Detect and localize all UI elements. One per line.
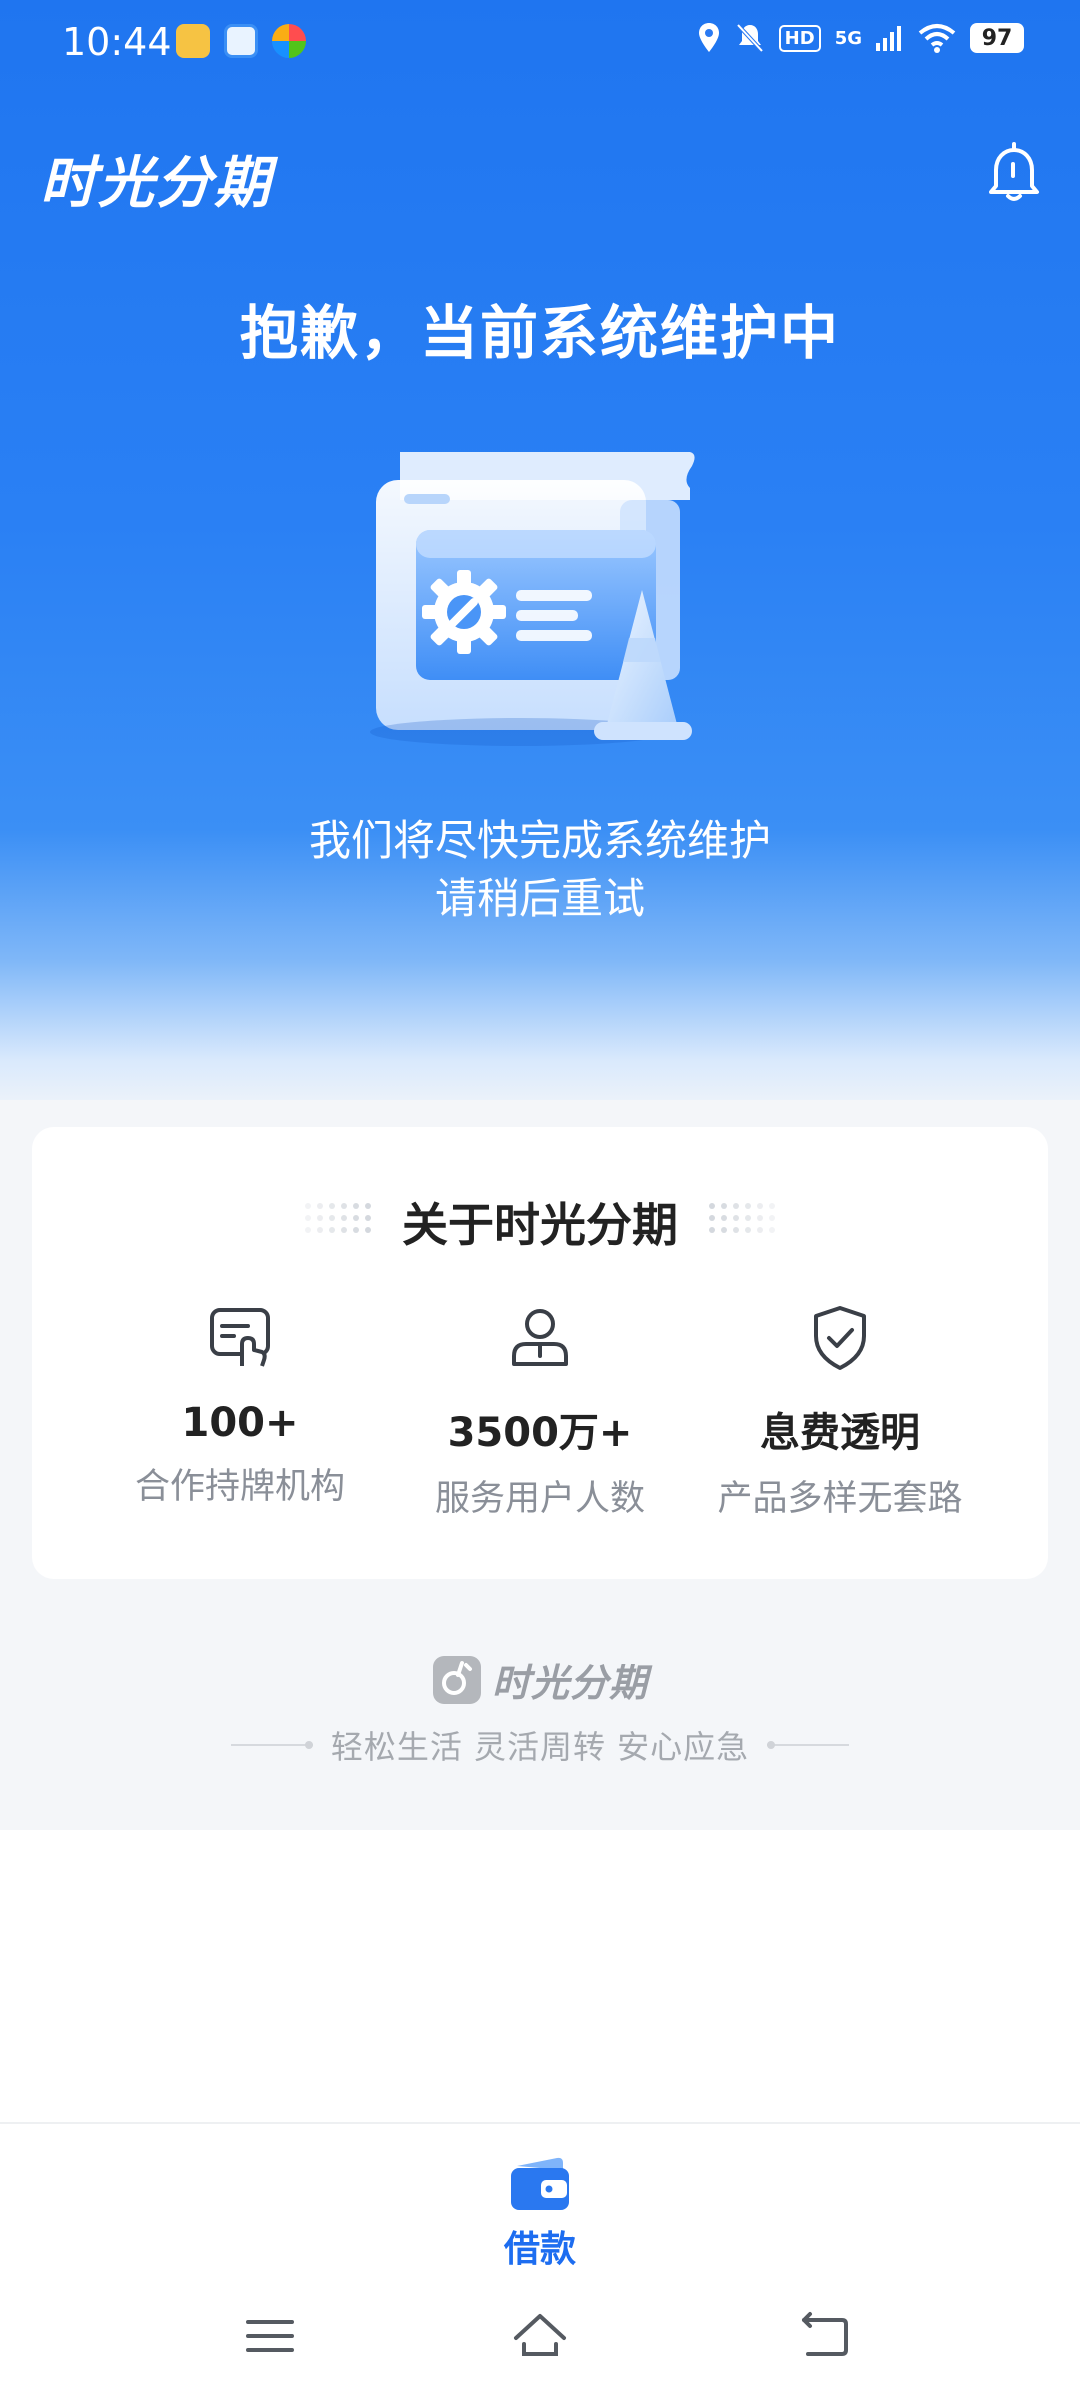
footer-brand-name: 时光分期 [491,1661,648,1705]
status-bar: 10:44 HD 5G 97 [0,0,1080,84]
slogan: 轻松生活 灵活周转 安心应急 [0,1722,1080,1768]
bell-icon[interactable] [984,140,1044,204]
home-icon[interactable] [512,2308,568,2364]
app-notification-icon [272,24,306,58]
network-type: 5G [834,27,862,49]
decorative-dots [709,1203,775,1233]
bottom-nav: 借款 [0,2122,1080,2282]
hd-badge: HD [778,24,821,52]
maintenance-message: 我们将尽快完成系统维护 请稍后重试 [0,812,1080,928]
tab-borrow-label: 借款 [503,2229,576,2270]
brand-logo-icon [432,1655,481,1704]
tab-borrow[interactable]: 借款 [480,2154,600,2272]
back-icon[interactable] [798,2308,854,2364]
footer-brand: 时光分期 [0,1652,1080,1707]
feature-users: 3500万+ 服务用户人数 [390,1302,690,1521]
slogan-divider [230,1741,313,1749]
feature-label: 服务用户人数 [434,1479,645,1519]
feature-value: 100+ [181,1400,299,1446]
maintenance-title: 抱歉，当前系统维护中 [239,299,840,367]
about-card: 关于时光分期 100+ 合作持牌机构 3500万+ 服务用户人数 息费透明 产品… [32,1127,1048,1579]
shield-check-icon [814,1306,866,1370]
status-notification-icons [176,24,306,58]
slogan-text: 轻松生活 灵活周转 安心应急 [330,1728,750,1766]
about-title: 关于时光分期 [402,1198,678,1252]
app-notification-icon [176,24,210,58]
maintenance-line-2: 请稍后重试 [434,874,645,923]
status-right-icons: HD 5G 97 [697,22,1024,54]
menu-icon[interactable] [242,2308,298,2364]
institution-icon [210,1308,270,1367]
mute-icon [736,23,764,53]
wifi-icon [918,24,956,53]
system-nav-bar [0,2282,1080,2408]
feature-transparency: 息费透明 产品多样无套路 [690,1302,990,1521]
app-title: 时光分期 [40,151,272,216]
app-notification-icon [224,24,258,58]
feature-value: 3500万+ [447,1410,633,1456]
location-icon [698,23,719,52]
maintenance-line-1: 我们将尽快完成系统维护 [308,816,771,865]
feature-value: 息费透明 [760,1410,920,1456]
signal-icon [876,26,901,51]
feature-label: 合作持牌机构 [134,1467,345,1507]
status-time: 10:44 [62,20,172,64]
user-icon [512,1309,568,1366]
feature-institutions: 100+ 合作持牌机构 [90,1302,390,1509]
feature-label: 产品多样无套路 [717,1479,963,1519]
maintenance-illustration [370,452,695,746]
battery-indicator: 97 [970,23,1024,53]
slogan-divider [767,1741,850,1749]
wallet-icon [511,2157,569,2210]
